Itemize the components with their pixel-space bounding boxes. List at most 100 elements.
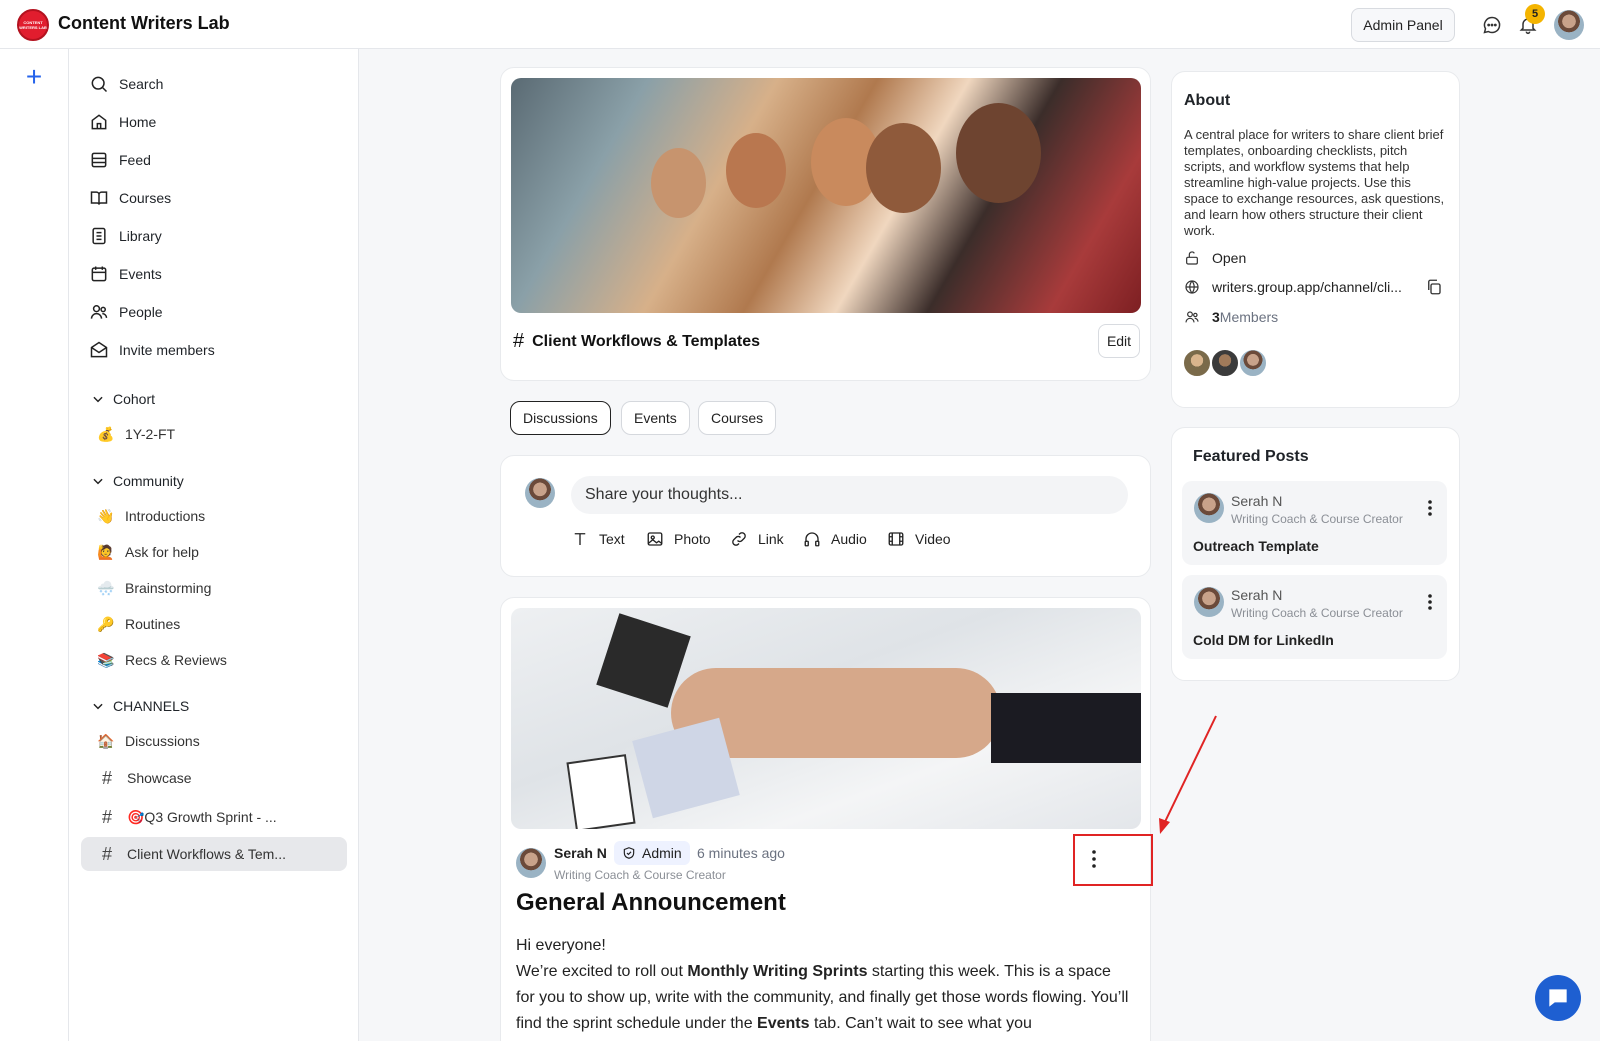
hash-icon: # bbox=[101, 767, 112, 788]
channels-section-toggle[interactable]: CHANNELS bbox=[91, 694, 189, 718]
edit-channel-button[interactable]: Edit bbox=[1098, 324, 1140, 358]
envelope-icon bbox=[90, 341, 108, 358]
members-count[interactable]: 3 Members bbox=[1184, 309, 1278, 325]
sidebar-item-search[interactable]: Search bbox=[89, 70, 163, 98]
admin-badge: Admin bbox=[614, 841, 690, 865]
wave-icon: 👋 bbox=[97, 507, 115, 524]
shield-check-icon bbox=[623, 847, 635, 859]
privacy-status: Open bbox=[1184, 250, 1246, 266]
top-bar: CONTENT WRITERS LAB Content Writers Lab … bbox=[0, 0, 1600, 49]
house-icon: 🏠 bbox=[97, 732, 115, 749]
feed-icon bbox=[91, 152, 107, 168]
about-description: A central place for writers to share cli… bbox=[1184, 127, 1445, 238]
featured-author-avatar bbox=[1194, 493, 1224, 523]
sidebar-item-feed[interactable]: Feed bbox=[89, 146, 151, 174]
hash-icon: # bbox=[101, 843, 112, 864]
share-thoughts-input[interactable] bbox=[571, 476, 1128, 514]
composer-photo-button[interactable]: Photo bbox=[646, 530, 711, 548]
admin-panel-button[interactable]: Admin Panel bbox=[1351, 8, 1455, 42]
search-icon bbox=[91, 76, 108, 93]
community-section-toggle[interactable]: Community bbox=[91, 469, 184, 493]
post-timestamp: 6 minutes ago bbox=[697, 845, 785, 861]
vertical-dots-icon[interactable] bbox=[1423, 591, 1437, 613]
sidebar-item-courses[interactable]: Courses bbox=[89, 184, 171, 212]
post-author-avatar[interactable] bbox=[516, 848, 546, 878]
composer-text-button[interactable]: Text bbox=[571, 530, 625, 548]
post-author-name[interactable]: Serah N bbox=[554, 845, 607, 861]
sidebar-channel-q3-growth-sprint[interactable]: # 🎯Q3 Growth Sprint - ... bbox=[97, 803, 277, 831]
app-title: Content Writers Lab bbox=[58, 13, 230, 33]
about-title: About bbox=[1184, 92, 1231, 109]
sidebar-item-invite-members[interactable]: Invite members bbox=[89, 336, 215, 364]
post-image bbox=[511, 608, 1141, 829]
left-rail: + bbox=[0, 49, 69, 1041]
hash-icon: # bbox=[513, 330, 525, 352]
tab-courses[interactable]: Courses bbox=[698, 401, 777, 435]
featured-post-item[interactable]: Serah N Writing Coach & Course Creator C… bbox=[1182, 575, 1447, 659]
film-icon bbox=[888, 532, 904, 546]
tab-events[interactable]: Events bbox=[621, 401, 690, 435]
sidebar-item-home[interactable]: Home bbox=[89, 108, 156, 136]
member-avatar[interactable] bbox=[1210, 348, 1240, 378]
composer-audio-button[interactable]: Audio bbox=[803, 530, 867, 548]
sidebar-item-people[interactable]: People bbox=[89, 298, 163, 326]
key-icon: 🔑 bbox=[97, 615, 115, 632]
link-icon bbox=[732, 532, 746, 546]
member-avatar[interactable] bbox=[1182, 348, 1212, 378]
member-avatar[interactable] bbox=[1238, 348, 1268, 378]
books-icon: 📚 bbox=[97, 651, 115, 668]
channel-link: writers.group.app/channel/cli... bbox=[1184, 279, 1402, 295]
annotation-highlight-box bbox=[1073, 834, 1153, 886]
user-avatar[interactable] bbox=[1554, 10, 1584, 40]
sidebar-item-1y-2-ft[interactable]: 💰 1Y-2-FT bbox=[97, 420, 175, 448]
vertical-dots-icon[interactable] bbox=[1423, 497, 1437, 519]
chevron-down-icon bbox=[93, 478, 103, 485]
sidebar-item-ask-for-help[interactable]: 🙋 Ask for help bbox=[97, 538, 199, 566]
chevron-down-icon bbox=[93, 703, 103, 710]
post-body: Hi everyone! We’re excited to roll out M… bbox=[516, 937, 1129, 1032]
featured-post-item[interactable]: Serah N Writing Coach & Course Creator O… bbox=[1182, 481, 1447, 565]
channel-title: # Client Workflows & Templates bbox=[513, 330, 761, 352]
text-icon bbox=[574, 533, 586, 545]
money-bag-icon: 💰 bbox=[97, 425, 115, 442]
headphones-icon bbox=[804, 532, 820, 547]
notification-badge: 5 bbox=[1525, 4, 1545, 24]
sidebar-channel-showcase[interactable]: # Showcase bbox=[97, 764, 192, 792]
globe-icon bbox=[1185, 280, 1199, 294]
support-chat-button[interactable] bbox=[1535, 975, 1581, 1021]
about-card: About A central place for writers to sha… bbox=[1171, 71, 1460, 408]
sidebar-item-brainstorming[interactable]: 🌨️ Brainstorming bbox=[97, 574, 211, 602]
people-icon bbox=[1185, 311, 1199, 323]
post-title: General Announcement bbox=[516, 889, 786, 916]
calendar-icon bbox=[91, 266, 107, 282]
unlock-icon bbox=[1186, 251, 1198, 265]
sidebar-item-events[interactable]: Events bbox=[89, 260, 162, 288]
sidebar-item-library[interactable]: Library bbox=[89, 222, 162, 250]
featured-posts-card: Featured Posts Serah N Writing Coach & C… bbox=[1171, 427, 1460, 681]
composer-video-button[interactable]: Video bbox=[887, 530, 951, 548]
cloud-icon: 🌨️ bbox=[97, 579, 115, 596]
sidebar-item-recs-reviews[interactable]: 📚 Recs & Reviews bbox=[97, 646, 227, 674]
featured-posts-title: Featured Posts bbox=[1193, 448, 1309, 465]
composer-card: Text Photo Link Audio Video bbox=[500, 455, 1151, 577]
photo-icon bbox=[647, 532, 663, 546]
cohort-section-toggle[interactable]: Cohort bbox=[91, 387, 155, 411]
tab-discussions[interactable]: Discussions bbox=[510, 401, 611, 435]
add-space-plus-icon[interactable]: + bbox=[20, 63, 48, 92]
sidebar-channel-discussions[interactable]: 🏠 Discussions bbox=[97, 727, 199, 755]
channel-banner-image bbox=[511, 78, 1141, 313]
chevron-down-icon bbox=[93, 396, 103, 403]
people-icon bbox=[90, 305, 108, 319]
composer-link-button[interactable]: Link bbox=[730, 530, 784, 548]
sidebar-item-routines[interactable]: 🔑 Routines bbox=[97, 610, 180, 638]
copy-link-icon[interactable] bbox=[1425, 278, 1443, 296]
composer-avatar bbox=[525, 478, 555, 508]
sidebar-channel-client-workflows[interactable]: # Client Workflows & Tem... bbox=[81, 837, 347, 871]
home-icon bbox=[91, 114, 107, 130]
chat-bubble-icon bbox=[1549, 989, 1567, 1007]
sidebar-item-introductions[interactable]: 👋 Introductions bbox=[97, 502, 205, 530]
app-logo[interactable]: CONTENT WRITERS LAB bbox=[17, 9, 49, 41]
raised-hand-icon: 🙋 bbox=[97, 543, 115, 560]
chat-icon[interactable] bbox=[1479, 12, 1505, 38]
hash-icon: # bbox=[101, 806, 112, 827]
